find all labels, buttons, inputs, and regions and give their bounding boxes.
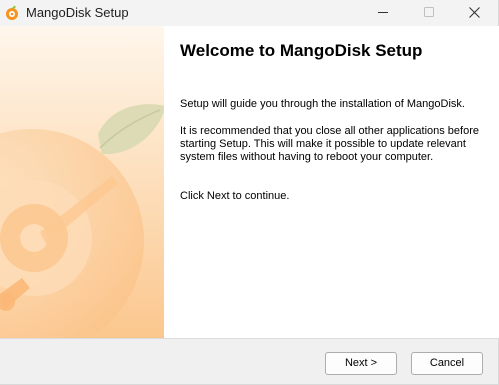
cancel-button[interactable]: Cancel xyxy=(411,352,483,375)
close-button[interactable] xyxy=(452,0,498,26)
window-title: MangoDisk Setup xyxy=(26,5,129,20)
title-bar[interactable]: MangoDisk Setup xyxy=(0,0,498,26)
minimize-icon xyxy=(378,12,388,13)
welcome-banner-image xyxy=(0,26,164,338)
welcome-heading: Welcome to MangoDisk Setup xyxy=(180,41,423,60)
continue-instruction: Click Next to continue. xyxy=(180,190,290,202)
minimize-button[interactable] xyxy=(360,0,406,26)
close-icon xyxy=(469,7,480,18)
intro-paragraph: Setup will guide you through the install… xyxy=(180,98,465,110)
wizard-content: Welcome to MangoDisk Setup Setup will gu… xyxy=(0,26,499,338)
maximize-icon xyxy=(424,7,434,17)
footer-divider xyxy=(0,338,499,339)
recommendation-paragraph: It is recommended that you close all oth… xyxy=(180,125,479,163)
next-button[interactable]: Next > xyxy=(325,352,397,375)
maximize-button xyxy=(406,0,452,26)
welcome-text-panel: Welcome to MangoDisk Setup Setup will gu… xyxy=(164,26,499,338)
mangodisk-logo-icon xyxy=(5,5,19,21)
installer-window: MangoDisk Setup Welcome to MangoDisk Set… xyxy=(0,0,499,385)
